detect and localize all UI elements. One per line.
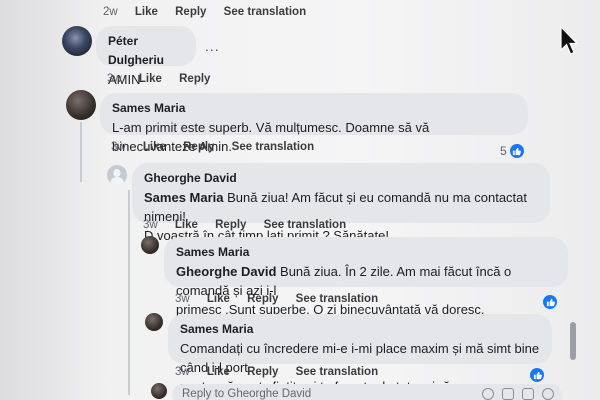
comment-author[interactable]: Gheorghe David [144, 169, 538, 188]
comment-bubble: Sames Maria L-am primit este superb. Vă … [100, 93, 528, 154]
mouse-cursor-icon [560, 26, 578, 55]
like-button[interactable]: Like [139, 73, 162, 85]
composer-tools [482, 388, 554, 400]
comment-author[interactable]: Sames Maria [180, 320, 540, 339]
reaction-count[interactable] [530, 368, 544, 382]
gif-icon[interactable] [522, 388, 534, 400]
like-button[interactable]: Like [143, 141, 166, 153]
reply-button[interactable]: Reply [179, 73, 210, 85]
reply-button[interactable]: Reply [247, 366, 278, 378]
reply-button[interactable]: Reply [183, 141, 214, 153]
avatar [151, 383, 167, 399]
see-translation-link[interactable]: See translation [232, 141, 314, 153]
avatar[interactable] [141, 236, 159, 254]
like-button[interactable]: Like [207, 366, 230, 378]
comment-actions: 3w Like Reply [107, 73, 211, 85]
see-translation-link[interactable]: See translation [224, 6, 306, 18]
emoji-icon[interactable] [482, 388, 494, 400]
reply-input[interactable]: Reply to Gheorghe David [172, 384, 562, 400]
comment-author[interactable]: Péter Dulgheriu [108, 32, 184, 70]
comment-actions: 3w Like Reply See translation [143, 219, 347, 231]
comment-actions: 3w Like Reply See translation [175, 366, 379, 378]
see-translation-link[interactable]: See translation [296, 366, 378, 378]
comment-author[interactable]: Sames Maria [176, 243, 556, 262]
comment-bubble: Sames Maria Comandați cu încredere mi-e … [168, 314, 552, 394]
reply-button[interactable]: Reply [247, 293, 278, 305]
reply-button[interactable]: Reply [175, 6, 206, 18]
sticker-icon[interactable] [542, 388, 554, 400]
comment-bubble: Sames Maria Gheorghe David Bună ziua. În… [164, 237, 568, 317]
reply-button[interactable]: Reply [215, 219, 246, 231]
camera-icon[interactable] [502, 388, 514, 400]
avatar[interactable] [62, 26, 92, 56]
comment-actions: 3w Like Reply See translation [175, 293, 379, 305]
thread-line [80, 122, 82, 182]
comment-bubble: Péter Dulgheriu AMIN [96, 26, 196, 87]
avatar[interactable] [145, 313, 163, 331]
like-reaction-icon [543, 295, 557, 309]
mention-link[interactable]: Gheorghe David [176, 264, 276, 279]
reaction-count[interactable]: 5 [500, 144, 524, 158]
comment-author[interactable]: Sames Maria [112, 99, 516, 118]
like-reaction-icon [530, 368, 544, 382]
scrollbar[interactable] [570, 322, 576, 360]
like-button[interactable]: Like [207, 293, 230, 305]
like-reaction-icon [509, 144, 524, 158]
avatar[interactable] [66, 90, 96, 120]
see-translation-link[interactable]: See translation [264, 219, 346, 231]
comments-panel: 2w Like Reply See translation Péter Dulg… [0, 0, 600, 400]
reply-input-placeholder: Reply to Gheorghe David [182, 388, 312, 400]
more-options-icon[interactable]: ... [205, 38, 220, 54]
reaction-count[interactable] [543, 295, 557, 309]
like-button[interactable]: Like [135, 6, 158, 18]
mention-link[interactable]: Sames Maria [144, 190, 224, 205]
avatar[interactable] [107, 165, 127, 185]
comment-actions: 3w Like Reply See translation [111, 141, 315, 153]
comment-bubble: Gheorghe David Sames Maria Bună ziua! Am… [132, 163, 550, 243]
thread-line [128, 190, 130, 395]
like-button[interactable]: Like [175, 219, 198, 231]
see-translation-link[interactable]: See translation [296, 293, 378, 305]
prev-comment-actions: 2w Like Reply See translation [103, 6, 307, 18]
